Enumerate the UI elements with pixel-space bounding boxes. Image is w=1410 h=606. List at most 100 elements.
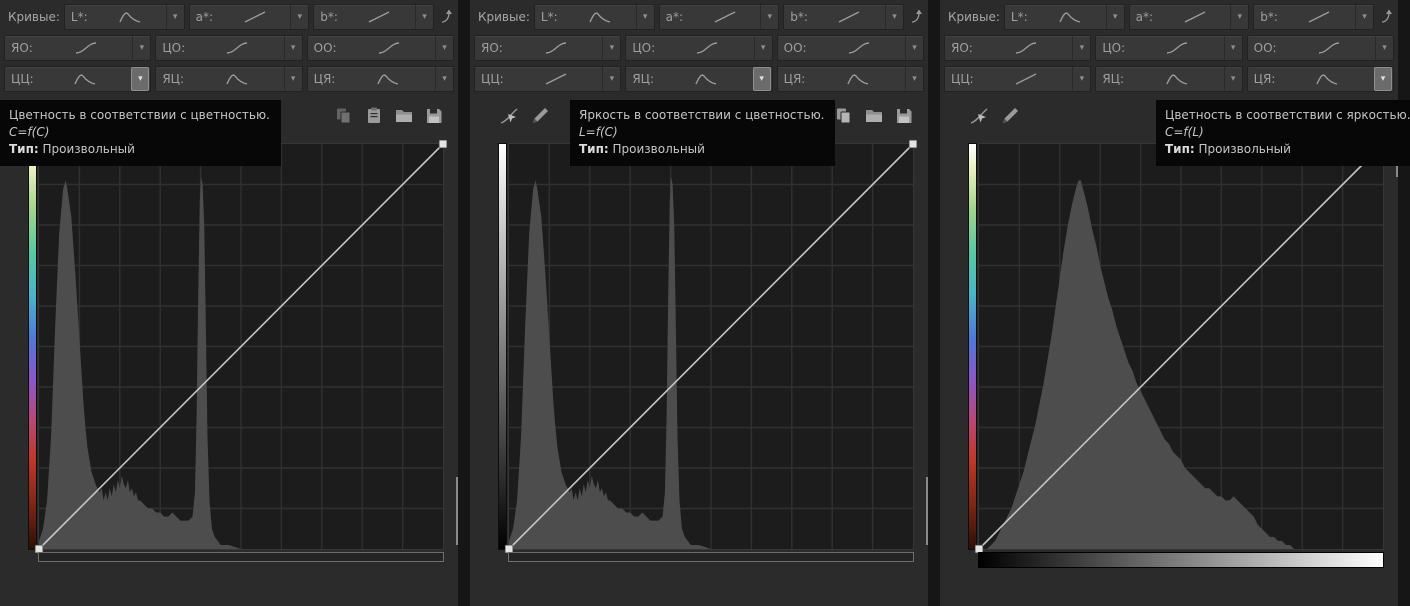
chevron-down-icon[interactable]: ▾ [905,36,923,60]
curve-combo[interactable]: b*:▾ [1253,4,1374,30]
chevron-down-icon[interactable]: ▾ [905,67,923,91]
chevron-down-icon[interactable]: ▾ [1224,36,1242,60]
chevron-down-icon[interactable]: ▾ [435,67,453,91]
curve-editor-area[interactable] [508,143,914,550]
curve-combo[interactable]: ЦЦ:▾ [944,66,1091,92]
curve-combo[interactable]: ЦЦ:▾ [4,66,151,92]
curve-handle-high[interactable] [439,140,447,148]
curve-flyout-icon[interactable] [1378,4,1394,30]
curve-editor-area[interactable] [978,143,1384,550]
save-icon[interactable] [893,105,915,127]
combo-label: a*: [660,10,689,24]
save-icon[interactable] [423,105,445,127]
open-folder-icon[interactable] [863,105,885,127]
curve-combo[interactable]: b*:▾ [783,4,904,30]
open-folder-icon[interactable] [393,105,415,127]
chevron-down-icon[interactable]: ▾ [636,5,654,29]
curve-select-row-2: ЯО:▾ЦО:▾ОО:▾ [474,35,924,61]
curve-flyout-icon[interactable] [908,4,924,30]
combo-label: a*: [1130,10,1159,24]
curve-panel-cc: Кривые: L*:▾a*:▾b*:▾ ЯО:▾ЦО:▾ОО:▾ ЦЦ:▾ЯЦ… [0,0,458,606]
combo-label: ЦЯ: [1248,72,1282,86]
chevron-down-icon[interactable]: ▾ [754,36,772,60]
curve-combo[interactable]: L*:▾ [64,4,185,30]
combos-row: L*:▾ a*: ▾ b*: ▾ [64,4,434,30]
combos-row: ЦЦ:▾ЯЦ:▾ЦЯ:▾ [474,66,924,92]
tooltip-formula: C=f(L) [1165,124,1410,141]
chevron-down-icon[interactable]: ▾ [760,5,778,29]
chevron-down-icon[interactable]: ▾ [1230,5,1248,29]
chevron-down-icon[interactable]: ▾ [753,67,771,91]
vertical-gradient-strip [498,143,507,550]
combo-label: ЯЦ: [626,72,660,86]
pencil-icon[interactable] [529,105,551,127]
s-curve-icon [979,41,1073,55]
curve-combo[interactable]: b*: ▾ [313,4,434,30]
copy-icon[interactable] [333,105,355,127]
curve-combo[interactable]: ОО:▾ [777,35,924,61]
scrollbar-thumb[interactable] [456,477,458,545]
chevron-down-icon[interactable]: ▾ [1375,36,1393,60]
curve-combo[interactable]: ЦЯ:▾ [307,66,454,92]
curve-combo[interactable]: ЦО:▾ [155,35,302,61]
curve-handle-high[interactable] [909,140,917,148]
chevron-down-icon[interactable]: ▾ [1072,67,1090,91]
curve-flyout-icon[interactable] [438,4,454,30]
edit-point-icon[interactable] [968,105,990,127]
pencil-icon[interactable] [999,105,1021,127]
curve-combo[interactable]: ЯЦ: ▾ [625,66,772,92]
peak-curve-icon [1130,72,1224,86]
curve-combo[interactable]: ЯО:▾ [4,35,151,61]
curves-label: Кривые: [944,4,1000,30]
chevron-down-icon[interactable]: ▾ [415,5,433,29]
chevron-down-icon[interactable]: ▾ [1374,67,1392,91]
curve-combo[interactable]: a*: ▾ [659,4,780,30]
curve-combo[interactable]: L*:▾ [1004,4,1125,30]
curve-combo[interactable]: a*: ▾ [189,4,310,30]
tooltip-type-value: Произвольный [43,142,135,156]
vertical-gradient-strip [28,143,37,550]
chevron-down-icon[interactable]: ▾ [1224,67,1242,91]
chevron-down-icon[interactable]: ▾ [290,5,308,29]
chevron-down-icon[interactable]: ▾ [284,67,302,91]
curve-combo[interactable]: ЦО:▾ [1095,35,1242,61]
chevron-down-icon[interactable]: ▾ [1106,5,1124,29]
chevron-down-icon[interactable]: ▾ [885,5,903,29]
chevron-down-icon[interactable]: ▾ [132,36,150,60]
combos-row: ЯО:▾ЦО:▾ОО:▾ [4,35,454,61]
scrollbar-thumb[interactable] [926,477,928,545]
curve-combo[interactable]: ЯЦ:▾ [1095,66,1242,92]
peak-curve-icon [94,10,166,24]
curve-combo[interactable]: ЯЦ:▾ [155,66,302,92]
chevron-down-icon[interactable]: ▾ [602,36,620,60]
curve-combo[interactable]: ЦЯ:▾ [777,66,924,92]
curve-combo[interactable]: ОО:▾ [1247,35,1394,61]
curve-combo[interactable]: ЯО:▾ [944,35,1091,61]
curve-combo[interactable]: a*: ▾ [1129,4,1250,30]
tooltip-formula: C=f(C) [9,124,270,141]
curve-combo[interactable]: ЯО:▾ [474,35,621,61]
tooltip-cl-curve: Цветность в соответствии с яркостью. C=f… [1156,100,1410,166]
tooltip-cc-curve: Цветность в соответствии с цветностью. C… [0,100,281,166]
edit-point-icon[interactable] [498,105,520,127]
paste-icon[interactable] [363,105,385,127]
curve-combo[interactable]: ЦО:▾ [625,35,772,61]
curve-combo[interactable]: ЦЯ: ▾ [1247,66,1394,92]
chevron-down-icon[interactable]: ▾ [1072,36,1090,60]
s-curve-icon [1283,41,1375,55]
paste-icon[interactable] [833,105,855,127]
chevron-down-icon[interactable]: ▾ [602,67,620,91]
curve-editor-area[interactable] [38,143,444,550]
combo-label: b*: [314,10,344,24]
chevron-down-icon[interactable]: ▾ [435,36,453,60]
chevron-down-icon[interactable]: ▾ [166,5,184,29]
curve-select-row-3: ЦЦ:▾ЯЦ:▾ ЦЯ: ▾ [944,66,1394,92]
chevron-down-icon[interactable]: ▾ [1355,5,1373,29]
chevron-down-icon[interactable]: ▾ [131,67,149,91]
curve-select-row-lab: Кривые: L*:▾a*:▾b*:▾ [944,4,1394,30]
curve-combo[interactable]: ОО:▾ [307,35,454,61]
curve-combo[interactable]: L*:▾ [534,4,655,30]
curve-combo[interactable]: ЦЦ:▾ [474,66,621,92]
combo-label: a*: [190,10,219,24]
chevron-down-icon[interactable]: ▾ [284,36,302,60]
